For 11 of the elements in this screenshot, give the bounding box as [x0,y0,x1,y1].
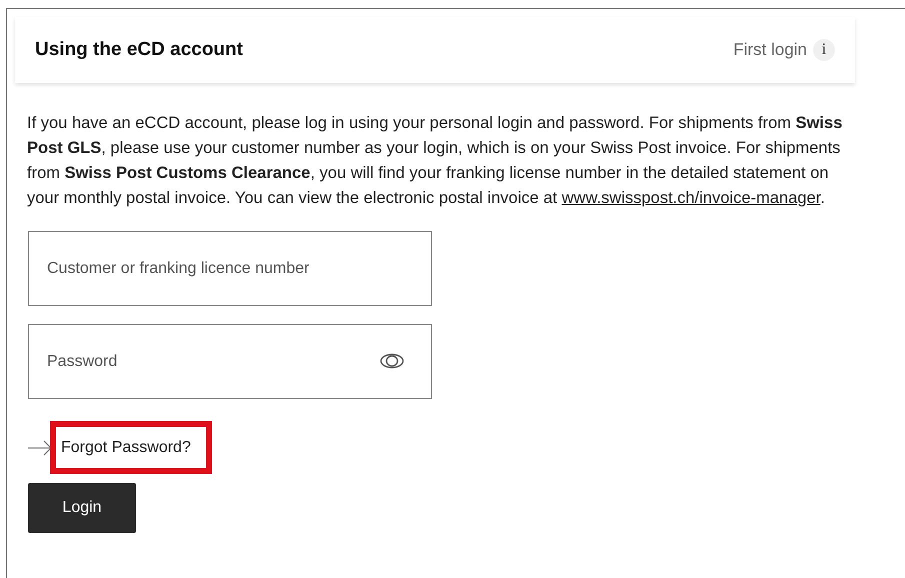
card-title: Using the eCD account [35,38,243,62]
invoice-manager-link[interactable]: www.swisspost.ch/invoice-manager [562,189,820,207]
password-field[interactable]: Password [28,324,432,399]
login-button[interactable]: Login [28,483,136,533]
forgot-password-link[interactable]: Forgot Password? [50,421,212,474]
info-button[interactable]: i [813,39,835,61]
first-login-label: First login [733,39,807,62]
input-field[interactable]: Customer or franking licence number [28,231,432,306]
eye-icon[interactable] [380,353,404,369]
intro-paragraph: If you have an eCCD account, please log in using your personal login and password. For shipments from Swiss Post GLS, please use your customer number as your login, which is on your Swiss Post invoice. For shipments from Swiss Post Customs Clearance, you will find your franking license number in the detailed statement on your monthly postal invoice. You can view the electronic postal invoice at www.swisspost.ch/invoice-manager. [27,113,844,209]
arrow-icon [28,440,52,456]
